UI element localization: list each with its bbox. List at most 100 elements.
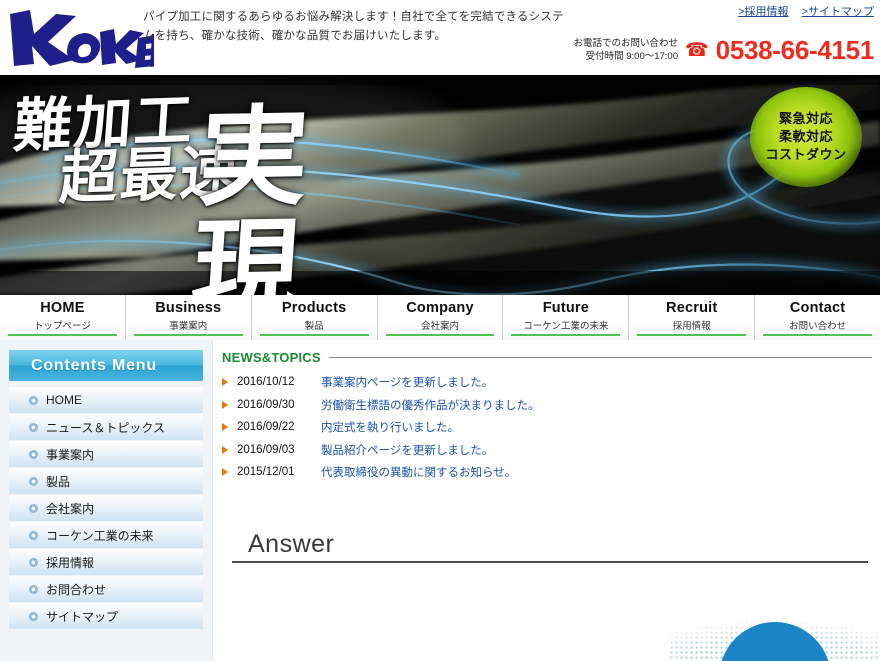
sidebar-item-news-topics[interactable]: ニュース＆トピックス bbox=[9, 414, 203, 440]
bullet-icon bbox=[29, 530, 38, 540]
news-section-header: NEWS&TOPICS bbox=[222, 350, 872, 365]
nav-label-jp: お問い合わせ bbox=[789, 321, 847, 332]
arrow-right-icon bbox=[222, 423, 228, 432]
contact-label-line2: 受付時間 9:00～17:00 bbox=[585, 51, 678, 62]
sidebar-item-products[interactable]: 製品 bbox=[9, 468, 203, 494]
news-date: 2016/09/30 bbox=[237, 398, 295, 411]
news-link[interactable]: 事業案内ページを更新しました。 bbox=[321, 374, 493, 390]
contact-label-line1: お電話でのお問い合わせ bbox=[573, 38, 678, 49]
nav-label-jp: 製品 bbox=[304, 321, 324, 332]
nav-label-jp: トップページ bbox=[34, 321, 91, 332]
news-date: 2016/09/03 bbox=[237, 443, 295, 456]
news-section-title: NEWS&TOPICS bbox=[222, 350, 321, 365]
bullet-icon bbox=[29, 503, 38, 513]
content-area: Contents Menu HOME ニュース＆トピックス 事業案内 製品 会社… bbox=[0, 340, 880, 661]
site-header: パイプ加工に関するあらゆるお悩み解決します！自社で全てを完結できるシステムを持ち… bbox=[0, 0, 880, 75]
sidebar-item-label: ニュース＆トピックス bbox=[46, 420, 166, 435]
news-divider bbox=[328, 357, 872, 358]
nav-item-company[interactable]: Company 会社案内 bbox=[377, 295, 504, 340]
badge-line2: 柔軟対応 bbox=[778, 129, 833, 144]
sidebar-item-home[interactable]: HOME bbox=[9, 387, 203, 413]
answer-section: Answer bbox=[232, 530, 868, 563]
badge-line1: 緊急対応 bbox=[778, 111, 833, 126]
site-tagline: パイプ加工に関するあらゆるお悩み解決します！自社で全てを完結できるシステムを持ち… bbox=[143, 11, 564, 42]
sidebar-item-label: 会社案内 bbox=[46, 501, 95, 516]
sidebar-item-sitemap[interactable]: サイトマップ bbox=[9, 603, 203, 629]
utility-links: >採用情報 >サイトマップ bbox=[738, 3, 874, 19]
nav-label-en: HOME bbox=[40, 300, 85, 316]
nav-item-business[interactable]: Business 事業案内 bbox=[125, 295, 252, 340]
news-link[interactable]: 労働衛生標語の優秀作品が決まりました。 bbox=[321, 397, 540, 413]
sidebar-item-label: コーケン工業の未来 bbox=[46, 528, 154, 543]
sidebar-item-label: サイトマップ bbox=[46, 609, 119, 624]
bullet-icon bbox=[29, 476, 38, 486]
page-root: パイプ加工に関するあらゆるお悩み解決します！自社で全てを完結できるシステムを持ち… bbox=[0, 0, 880, 661]
hero-background-image bbox=[0, 75, 880, 295]
news-date: 2015/12/01 bbox=[237, 466, 295, 479]
arrow-right-icon bbox=[222, 378, 228, 387]
main-column: NEWS&TOPICS 2016/10/12 事業案内ページを更新しました。 2… bbox=[222, 340, 872, 661]
nav-label-en: Contact bbox=[789, 300, 846, 316]
nav-item-future[interactable]: Future コーケン工業の未来 bbox=[503, 295, 630, 340]
header-contact: お電話でのお問い合わせ 受付時間 9:00～17:00 ☎ 0538-66-41… bbox=[573, 37, 874, 63]
hero-banner: 難加工 超最速 実現 緊急対応 柔軟対応 コストダウン bbox=[0, 75, 880, 295]
nav-label-en: Future bbox=[542, 300, 590, 316]
arrow-right-icon bbox=[222, 468, 228, 477]
sidebar-item-label: 採用情報 bbox=[46, 555, 95, 570]
news-item[interactable]: 2015/12/01 代表取締役の異動に関するお知らせ。 bbox=[222, 461, 872, 484]
nav-label-jp: コーケン工業の未来 bbox=[523, 321, 609, 332]
contact-hours-label: お電話でのお問い合わせ 受付時間 9:00～17:00 bbox=[573, 37, 678, 63]
nav-item-recruit[interactable]: Recruit 採用情報 bbox=[629, 295, 756, 340]
news-link[interactable]: 内定式を執り行いました。 bbox=[321, 419, 459, 435]
answer-divider bbox=[232, 561, 868, 563]
sidebar-item-future[interactable]: コーケン工業の未来 bbox=[9, 522, 203, 548]
sidebar-item-label: お問合わせ bbox=[46, 582, 107, 597]
nav-label-jp: 事業案内 bbox=[169, 321, 208, 332]
news-list: 2016/10/12 事業案内ページを更新しました。 2016/09/30 労働… bbox=[222, 371, 872, 484]
sidebar-item-label: HOME bbox=[46, 393, 82, 407]
koken-logo[interactable] bbox=[4, 8, 154, 70]
nav-item-products[interactable]: Products 製品 bbox=[251, 295, 378, 340]
nav-label-en: Business bbox=[155, 300, 222, 316]
bullet-icon bbox=[29, 611, 38, 621]
sidebar-item-company[interactable]: 会社案内 bbox=[9, 495, 203, 521]
nav-item-contact[interactable]: Contact お問い合わせ bbox=[755, 295, 880, 340]
main-navigation: HOME トップページ Business 事業案内 Products 製品 Co… bbox=[0, 295, 880, 340]
news-item[interactable]: 2016/10/12 事業案内ページを更新しました。 bbox=[222, 371, 872, 394]
answer-title: Answer bbox=[248, 530, 335, 558]
hero-promo-badge: 緊急対応 柔軟対応 コストダウン bbox=[750, 87, 862, 187]
bullet-icon bbox=[29, 584, 38, 594]
telephone-icon: ☎ bbox=[685, 39, 709, 61]
news-item[interactable]: 2016/09/22 内定式を執り行いました。 bbox=[222, 416, 872, 439]
sidebar-heading: Contents Menu bbox=[9, 350, 203, 381]
sidebar-item-label: 事業案内 bbox=[46, 447, 95, 462]
sidebar-menu: HOME ニュース＆トピックス 事業案内 製品 会社案内 コーケン工業の未来 採… bbox=[9, 387, 203, 629]
nav-label-en: Recruit bbox=[666, 300, 718, 316]
bullet-icon bbox=[29, 449, 38, 459]
bullet-icon bbox=[29, 395, 38, 405]
sidebar-item-business[interactable]: 事業案内 bbox=[9, 441, 203, 467]
news-link[interactable]: 代表取締役の異動に関するお知らせ。 bbox=[321, 464, 516, 480]
sidebar-item-contact[interactable]: お問合わせ bbox=[9, 576, 203, 602]
arrow-right-icon bbox=[222, 445, 228, 454]
nav-item-home[interactable]: HOME トップページ bbox=[0, 295, 126, 340]
nav-label-jp: 採用情報 bbox=[672, 321, 711, 332]
news-date: 2016/09/22 bbox=[237, 421, 295, 434]
badge-line3: コストダウン bbox=[765, 147, 847, 162]
sidebar-item-recruit[interactable]: 採用情報 bbox=[9, 549, 203, 575]
sidebar-item-label: 製品 bbox=[46, 474, 71, 489]
arrow-right-icon bbox=[222, 400, 228, 409]
news-item[interactable]: 2016/09/03 製品紹介ページを更新しました。 bbox=[222, 439, 872, 462]
bullet-icon bbox=[29, 557, 38, 567]
news-date: 2016/10/12 bbox=[237, 376, 295, 389]
phone-number: 0538-66-4151 bbox=[715, 35, 875, 65]
nav-label-en: Company bbox=[406, 300, 474, 316]
bullet-icon bbox=[29, 422, 38, 432]
nav-label-jp: 会社案内 bbox=[421, 321, 460, 332]
news-item[interactable]: 2016/09/30 労働衛生標語の優秀作品が決まりました。 bbox=[222, 394, 872, 417]
link-sitemap[interactable]: >サイトマップ bbox=[802, 3, 874, 19]
sidebar: Contents Menu HOME ニュース＆トピックス 事業案内 製品 会社… bbox=[0, 340, 213, 661]
nav-label-en: Products bbox=[281, 300, 347, 316]
link-recruit-info[interactable]: >採用情報 bbox=[738, 3, 788, 19]
news-link[interactable]: 製品紹介ページを更新しました。 bbox=[321, 442, 493, 458]
